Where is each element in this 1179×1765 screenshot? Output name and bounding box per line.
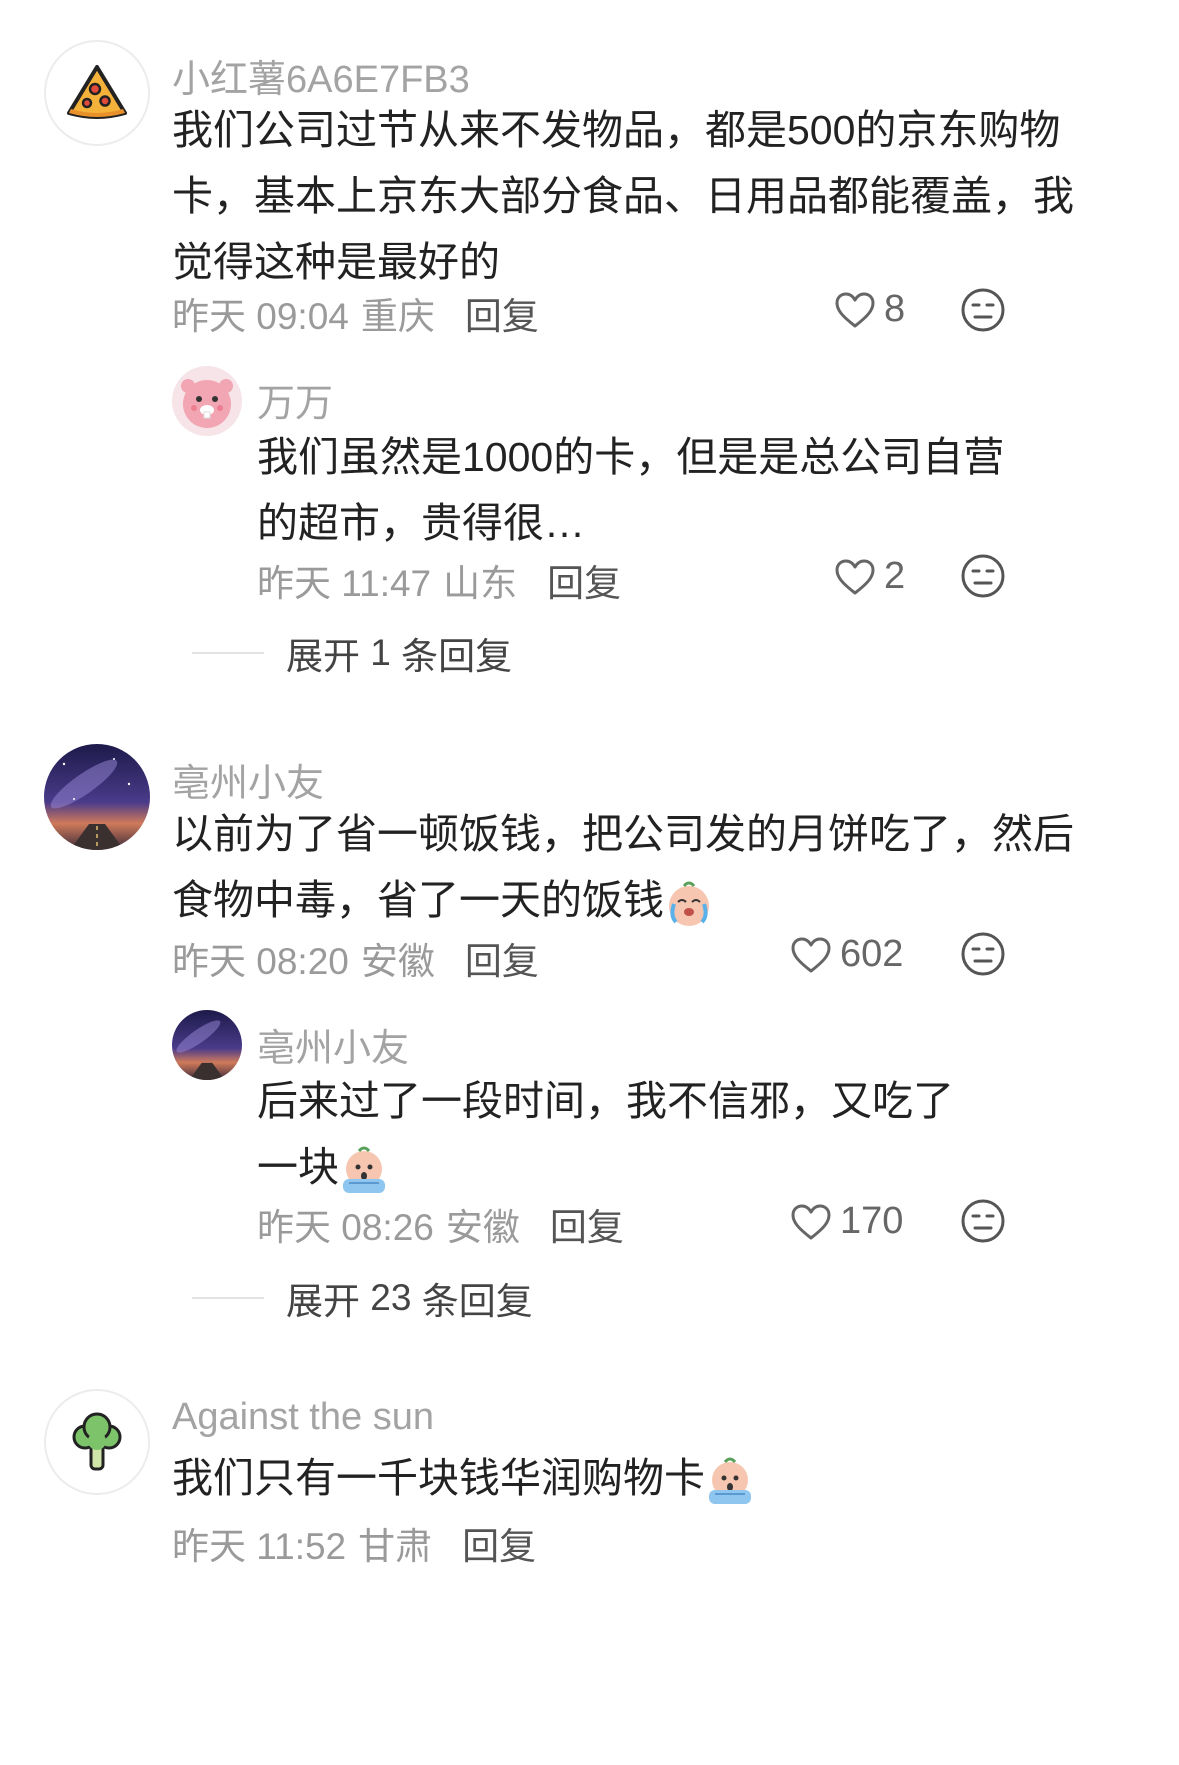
like-button[interactable]: 170	[790, 1200, 903, 1243]
divider	[192, 1297, 264, 1299]
username[interactable]: 亳州小友	[257, 1017, 409, 1072]
avatar[interactable]	[172, 1010, 242, 1080]
comment-meta: 昨天 11:52 甘肃 回复	[172, 1516, 536, 1570]
comment-meta: 昨天 08:20 安徽 回复	[172, 931, 539, 985]
avatar[interactable]	[172, 366, 242, 436]
location: 安徽	[445, 1207, 520, 1248]
scared-face-emoji	[709, 1457, 751, 1505]
dislike-face-icon[interactable]	[960, 931, 1006, 977]
broccoli-icon	[72, 1412, 122, 1471]
comment-text: 后来过了一段时间，我不信邪，又吃了一块	[257, 1068, 987, 1200]
reply-button[interactable]: 回复	[462, 1526, 536, 1567]
like-count: 602	[840, 933, 904, 975]
comment-text-content: 以前为了省一顿饭钱，把公司发的月饼吃了，然后食物中毒，省了一天的饭钱	[172, 811, 1074, 923]
galaxy-road-avatar	[44, 744, 150, 850]
comment-text: 以前为了省一顿饭钱，把公司发的月饼吃了，然后食物中毒，省了一天的饭钱	[172, 801, 1102, 933]
pizza-icon	[67, 65, 127, 119]
dislike-face-icon[interactable]	[960, 287, 1006, 333]
like-count: 2	[884, 555, 906, 597]
comment-text: 我们虽然是1000的卡，但是是总公司自营的超市，贵得很…	[257, 434, 1005, 546]
username[interactable]: 亳州小友	[172, 752, 324, 807]
expand-label: 展开	[286, 636, 360, 677]
timestamp: 昨天 11:47	[257, 563, 432, 604]
like-button[interactable]: 602	[790, 933, 903, 976]
like-button[interactable]: 2	[834, 555, 905, 598]
avatar[interactable]	[44, 744, 150, 850]
like-count: 8	[884, 288, 906, 330]
expand-replies-button[interactable]: 展开 1 条回复	[192, 626, 512, 680]
comment-meta: 昨天 08:26 安徽 回复	[257, 1197, 624, 1251]
heart-icon	[791, 1204, 831, 1239]
username[interactable]: Against the sun	[172, 1396, 434, 1439]
reply-button[interactable]: 回复	[547, 563, 621, 604]
reply-button[interactable]: 回复	[550, 1207, 624, 1248]
comment-text: 我们只有一千块钱华润购物卡	[172, 1445, 1102, 1511]
avatar[interactable]	[44, 1389, 150, 1495]
reply-button[interactable]: 回复	[465, 941, 539, 982]
avatar[interactable]	[44, 40, 150, 146]
like-count: 170	[840, 1200, 904, 1242]
expand-count: 23	[370, 1277, 412, 1318]
timestamp: 昨天 08:20	[172, 941, 349, 982]
galaxy-road-avatar	[172, 1010, 242, 1080]
comment-text: 我们公司过节从来不发物品，都是500的京东购物卡，基本上京东大部分食品、日用品都…	[172, 107, 1074, 285]
dislike-face-icon[interactable]	[960, 1198, 1006, 1244]
expand-replies-button[interactable]: 展开 23 条回复	[192, 1271, 533, 1325]
expand-suffix: 条回复	[421, 1281, 533, 1322]
comment-text-content: 我们只有一千块钱华润购物卡	[172, 1455, 705, 1501]
pink-beaver-avatar	[181, 379, 233, 428]
dislike-face-icon[interactable]	[960, 553, 1006, 599]
location: 山东	[443, 563, 518, 604]
crying-face-emoji	[669, 881, 709, 927]
location: 重庆	[360, 296, 435, 337]
divider	[192, 652, 264, 654]
timestamp: 昨天 11:52	[172, 1526, 347, 1567]
username[interactable]: 万万	[257, 372, 333, 427]
comment-meta: 昨天 09:04 重庆 回复	[172, 286, 539, 340]
expand-count: 1	[370, 632, 391, 673]
location: 安徽	[360, 941, 435, 982]
scared-face-emoji	[343, 1146, 385, 1194]
heart-icon	[791, 937, 831, 972]
timestamp: 昨天 08:26	[257, 1207, 434, 1248]
reply-button[interactable]: 回复	[465, 296, 539, 337]
timestamp: 昨天 09:04	[172, 296, 349, 337]
comment-meta: 昨天 11:47 山东 回复	[257, 553, 621, 607]
expand-label: 展开	[286, 1281, 360, 1322]
expand-suffix: 条回复	[401, 636, 513, 677]
username[interactable]: 小红薯6A6E7FB3	[172, 48, 470, 103]
like-button[interactable]: 8	[834, 288, 905, 331]
location: 甘肃	[358, 1526, 433, 1567]
heart-icon	[835, 292, 875, 327]
heart-icon	[835, 559, 875, 594]
